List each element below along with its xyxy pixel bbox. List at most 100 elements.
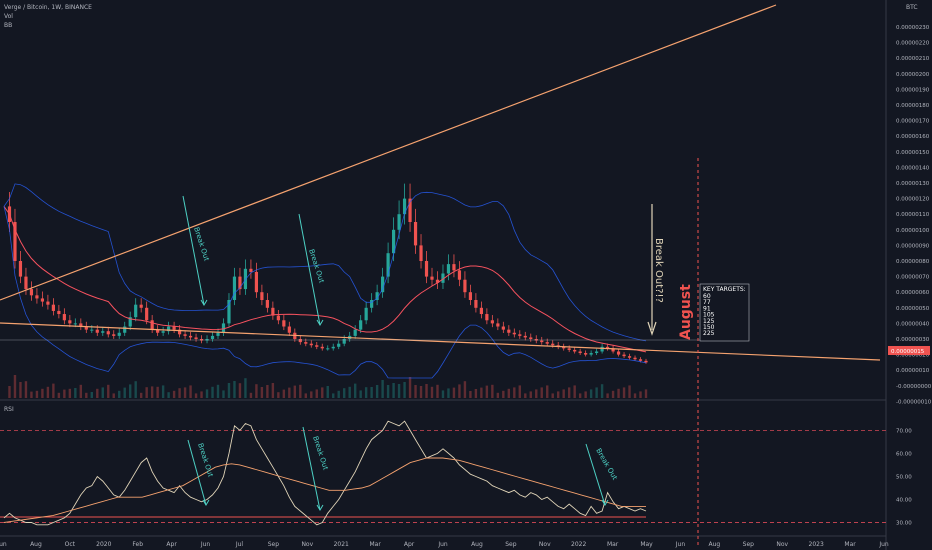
volume-bar	[485, 385, 489, 398]
time-tick-label: Nov	[301, 541, 313, 548]
time-tick-label: 2020	[96, 541, 111, 548]
price-tick-label: -0.00000010	[896, 399, 932, 405]
volume-bar	[238, 383, 242, 398]
volume-bar	[595, 387, 598, 398]
volume-bar	[150, 386, 154, 398]
candle-body	[51, 304, 55, 311]
candle-body	[529, 337, 533, 339]
symbol-legend[interactable]: Verge / Bitcoin, 1W, BINANCE	[4, 4, 92, 11]
candle-body	[359, 320, 363, 330]
time-tick-label: 2023	[809, 541, 824, 548]
candle-body	[265, 300, 269, 308]
candle-body	[573, 349, 577, 352]
time-tick-label: Apr	[404, 541, 415, 548]
volume-bar	[463, 381, 467, 398]
volume-bar	[310, 391, 313, 398]
volume-bar	[266, 385, 269, 398]
volume-bar	[540, 387, 543, 398]
bollinger-legend[interactable]: BB	[4, 22, 12, 29]
candle-body	[249, 268, 253, 272]
price-tick-label: 0.00000070	[896, 275, 930, 281]
candle-body	[139, 304, 143, 308]
time-tick-label: Jun	[878, 541, 889, 548]
volume-bar	[622, 387, 626, 398]
volume-bar	[172, 390, 176, 398]
rsi-legend[interactable]: RSI	[4, 406, 14, 413]
candle-body	[551, 343, 555, 346]
candle-body	[589, 353, 593, 355]
candle-body	[518, 334, 522, 336]
volume-bar	[282, 389, 286, 398]
time-tick-label: Mar	[607, 541, 619, 548]
candle-body	[232, 276, 237, 300]
time-tick-label: Apr	[166, 541, 177, 548]
candle-body	[424, 261, 429, 277]
time-tick-label: Jun	[0, 541, 7, 548]
candle-body	[490, 320, 494, 324]
volume-bar	[139, 392, 143, 398]
volume-bar	[183, 387, 187, 398]
candle-body	[188, 335, 193, 338]
candle-body	[545, 342, 549, 344]
price-axis-currency: BTC	[906, 4, 918, 11]
time-tick-label: Jun	[437, 541, 448, 548]
volume-bar	[474, 389, 478, 398]
candle-body	[298, 339, 302, 343]
volume-bar	[326, 386, 329, 398]
price-tick-label: 0.00000120	[896, 197, 930, 203]
time-tick-label: Sep	[505, 541, 517, 548]
rsi-tick-label: 30.00	[896, 520, 912, 526]
volume-bar	[205, 389, 209, 398]
candle-body	[353, 329, 357, 336]
volume-bar	[216, 384, 220, 398]
rsi-tick-label: 70.00	[896, 428, 912, 434]
price-tick-label: 0.00000190	[896, 87, 930, 93]
rsi-break-out-2-label: Break Out	[311, 435, 330, 471]
candle-body	[540, 340, 544, 343]
candle-body	[567, 348, 571, 350]
candle-body	[430, 276, 434, 280]
candle-body	[172, 326, 176, 330]
time-tick-label: Jul	[235, 541, 244, 548]
volume-bar	[249, 392, 253, 398]
volume-bar	[480, 387, 483, 398]
candle-body	[68, 320, 72, 324]
candle-body	[95, 329, 99, 333]
candle-body	[512, 332, 516, 335]
time-tick-label: 2022	[571, 541, 586, 548]
candle-body	[479, 307, 483, 315]
time-tick-label: Jun	[200, 541, 211, 548]
rsi-break-out-2-arrowhead	[316, 504, 324, 511]
price-tick-label: 0.00000140	[896, 165, 930, 171]
volume-bar	[403, 382, 406, 398]
price-tick-label: 0.00000150	[896, 150, 930, 156]
volume-bar	[518, 385, 521, 398]
price-tick-label: 0.00000090	[896, 243, 930, 249]
volume-bar	[200, 391, 203, 398]
candle-body	[638, 359, 643, 361]
candle-body	[397, 214, 401, 230]
volume-bar	[244, 378, 247, 398]
candle-body	[282, 320, 286, 327]
volume-bar	[227, 383, 231, 398]
volume-bar	[600, 384, 604, 398]
chart-canvas[interactable]: BTC 0.00000230 0.00000220 0.00000210 0.00000…	[0, 0, 932, 550]
time-tick-label: Oct	[65, 541, 76, 548]
candle-body	[161, 331, 165, 333]
candle-body	[216, 332, 220, 336]
candle-body	[254, 271, 259, 293]
candle-body	[644, 360, 648, 363]
volume-legend[interactable]: Vol	[4, 13, 13, 20]
candle-body	[326, 348, 330, 350]
price-tick-label: 0.00000080	[896, 259, 930, 265]
volume-bar	[436, 384, 439, 398]
volume-bar	[419, 386, 423, 398]
price-tick-label: 0.00000100	[896, 228, 930, 234]
volume-bar	[441, 390, 445, 398]
candle-body	[413, 222, 418, 246]
candle-body	[62, 314, 66, 321]
volume-bar	[430, 386, 434, 398]
volume-bar	[584, 391, 587, 398]
candle-body	[194, 337, 198, 339]
candle-body	[183, 334, 187, 336]
